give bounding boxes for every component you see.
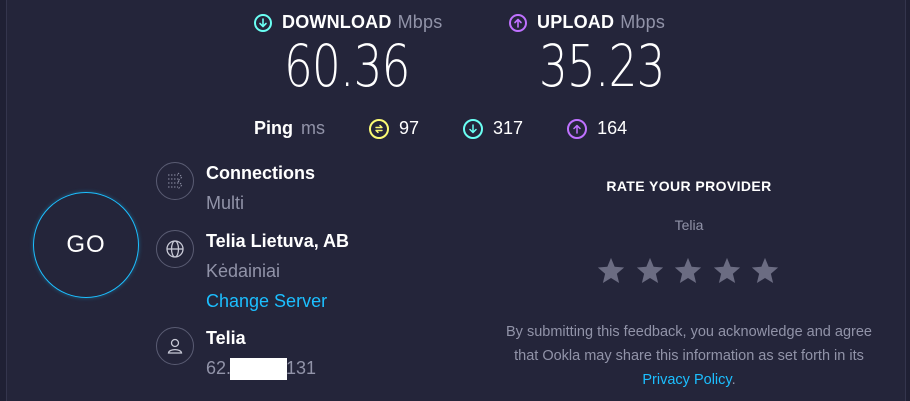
go-button[interactable]: GO [33, 192, 139, 298]
arrow-up-circle-icon [509, 13, 527, 32]
ping-idle-icon [369, 118, 389, 139]
rate-provider-name: Telia [674, 217, 704, 233]
download-value: 60.36 [284, 32, 410, 100]
privacy-policy-link[interactable]: Privacy Policy [642, 372, 731, 388]
server-name: Telia Lietuva, AB [206, 231, 350, 251]
feedback-disclaimer: By submitting this feedback, you acknowl… [492, 320, 886, 392]
download-metric: DOWNLOAD Mbps 60.36 [254, 12, 445, 97]
ip-prefix: 62. [206, 358, 232, 378]
connections-icon[interactable] [156, 162, 194, 200]
star-2-icon[interactable] [635, 256, 665, 286]
ping-unit: ms [301, 118, 325, 138]
ping-idle-value: 97 [399, 118, 420, 138]
download-header: DOWNLOAD Mbps [254, 12, 445, 33]
isp-name: Telia [206, 328, 246, 348]
rate-provider-title: RATE YOUR PROVIDER [606, 178, 772, 194]
isp-ip: 62. 131 [206, 357, 317, 381]
connections-value: Multi [206, 193, 245, 213]
change-server-link[interactable]: Change Server [206, 290, 349, 312]
star-3-icon[interactable] [673, 256, 703, 286]
upload-metric: UPLOAD Mbps 35.23 [509, 12, 700, 97]
ping-upload: 164 [567, 118, 627, 139]
download-unit: Mbps [397, 12, 443, 32]
ip-suffix: 131 [286, 358, 317, 378]
download-label: DOWNLOAD [282, 12, 392, 32]
upload-unit: Mbps [620, 12, 666, 32]
ping-label: Ping [254, 118, 293, 138]
server-location: Kėdainiai [206, 261, 281, 281]
upload-value: 35.23 [539, 32, 665, 100]
globe-icon [156, 230, 194, 268]
ping-idle: 97 [369, 118, 419, 139]
star-1-icon[interactable] [596, 256, 626, 286]
star-rating [596, 256, 789, 286]
ping-download-value: 317 [493, 118, 524, 138]
ping-download-icon [463, 118, 484, 139]
connections-title: Connections [206, 163, 316, 183]
arrow-down-circle-icon [254, 13, 272, 32]
star-5-icon[interactable] [750, 256, 780, 286]
star-4-icon[interactable] [712, 256, 742, 286]
ping-upload-icon [567, 118, 588, 139]
ping-upload-value: 164 [597, 118, 628, 138]
upload-label: UPLOAD [537, 12, 615, 32]
ip-redaction [230, 358, 288, 381]
disclaimer-end: . [731, 372, 736, 388]
upload-header: UPLOAD Mbps [509, 12, 700, 33]
user-icon [156, 327, 194, 365]
ping-download: 317 [463, 118, 523, 139]
disclaimer-text: By submitting this feedback, you acknowl… [506, 324, 872, 364]
ping-row: Ping ms 97 317 164 [254, 118, 671, 139]
